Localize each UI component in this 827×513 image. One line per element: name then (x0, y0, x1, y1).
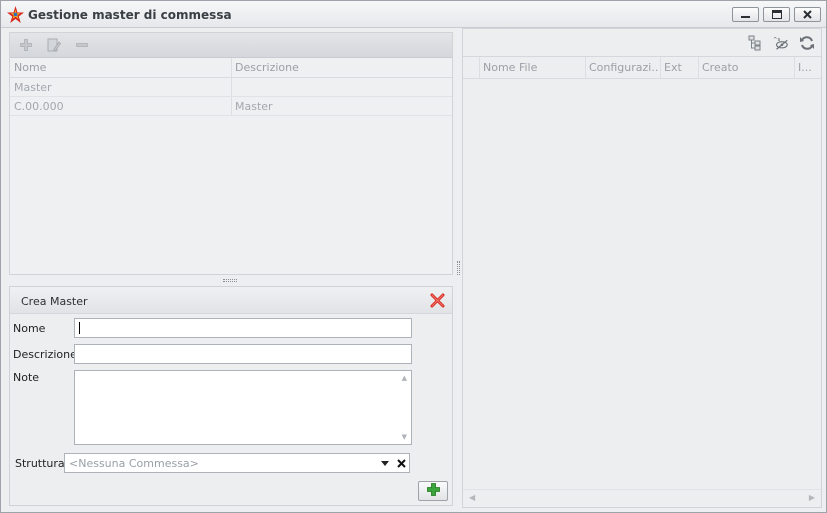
minimize-button[interactable] (732, 7, 759, 22)
note-textarea[interactable]: ▲ ▼ (74, 370, 412, 445)
struttura-select[interactable]: <Nessuna Commessa> (64, 453, 410, 473)
main-window: Gestione master di commessa Nome Descriz… (0, 0, 827, 513)
nome-label: Nome (13, 322, 46, 335)
horizontal-splitter-handle[interactable] (223, 279, 237, 282)
column-header-extra[interactable]: I... (798, 61, 818, 74)
close-icon (803, 10, 812, 19)
text-caret (79, 322, 80, 334)
row-descrizione: Master (235, 100, 273, 113)
table-row[interactable]: C.00.000 Master (10, 97, 452, 116)
struttura-label: Struttura (15, 457, 65, 470)
maximize-button[interactable] (763, 7, 790, 22)
crea-master-title: Crea Master (21, 295, 88, 308)
column-header-creato[interactable]: Creato (702, 61, 739, 74)
tree-icon[interactable] (747, 35, 763, 51)
scroll-left-icon[interactable]: ◀ (469, 493, 475, 502)
files-panel: ^s Nome File Configurazi... Ext Creato I… (462, 28, 822, 508)
scroll-up-icon[interactable]: ▲ (402, 374, 407, 382)
app-logo-icon (7, 6, 24, 23)
row-nome: C.00.000 (14, 100, 64, 113)
scroll-down-icon[interactable]: ▼ (402, 433, 407, 441)
add-icon[interactable] (18, 37, 34, 53)
title-bar: Gestione master di commessa (1, 1, 826, 28)
horizontal-scrollbar[interactable]: ◀ ▶ (463, 489, 821, 507)
files-grid-header: Nome File Configurazi... Ext Creato I... (463, 57, 821, 79)
files-toolbar: ^s (463, 29, 821, 57)
minimize-icon (741, 10, 750, 19)
master-list-panel: Nome Descrizione Master C.00.000 Master (9, 32, 453, 275)
struttura-placeholder: <Nessuna Commessa> (69, 457, 199, 470)
dropdown-arrow-icon[interactable] (378, 456, 392, 470)
column-header-nome[interactable]: Nome (14, 61, 46, 74)
master-toolbar (10, 33, 452, 58)
master-grid-header: Nome Descrizione (10, 58, 452, 78)
window-title: Gestione master di commessa (28, 8, 232, 22)
vertical-splitter-handle[interactable] (457, 261, 460, 275)
note-label: Note (13, 371, 40, 384)
row-nome: Master (14, 81, 52, 94)
column-header-configurazione[interactable]: Configurazi... (589, 61, 659, 74)
descrizione-label: Descrizione (13, 348, 77, 361)
scroll-right-icon[interactable]: ▶ (809, 493, 815, 502)
hide-icon[interactable]: ^s (773, 35, 789, 51)
add-master-button[interactable] (418, 481, 448, 501)
close-icon[interactable] (430, 293, 445, 308)
crea-master-header: Crea Master (10, 287, 452, 314)
column-header-nome-file[interactable]: Nome File (483, 61, 537, 74)
table-row[interactable]: Master (10, 78, 452, 97)
clear-icon[interactable] (394, 456, 408, 470)
descrizione-field[interactable] (74, 344, 412, 364)
column-header-descrizione[interactable]: Descrizione (235, 61, 299, 74)
crea-master-panel: Crea Master Nome Descrizione Note ▲ ▼ St… (9, 286, 453, 506)
maximize-icon (771, 10, 782, 19)
remove-icon[interactable] (74, 37, 90, 53)
edit-icon[interactable] (46, 37, 62, 53)
nome-field[interactable] (74, 318, 412, 338)
column-header-ext[interactable]: Ext (664, 61, 682, 74)
close-button[interactable] (794, 7, 821, 22)
files-grid-body (463, 79, 821, 489)
add-icon (426, 483, 440, 499)
refresh-icon[interactable] (799, 35, 815, 51)
